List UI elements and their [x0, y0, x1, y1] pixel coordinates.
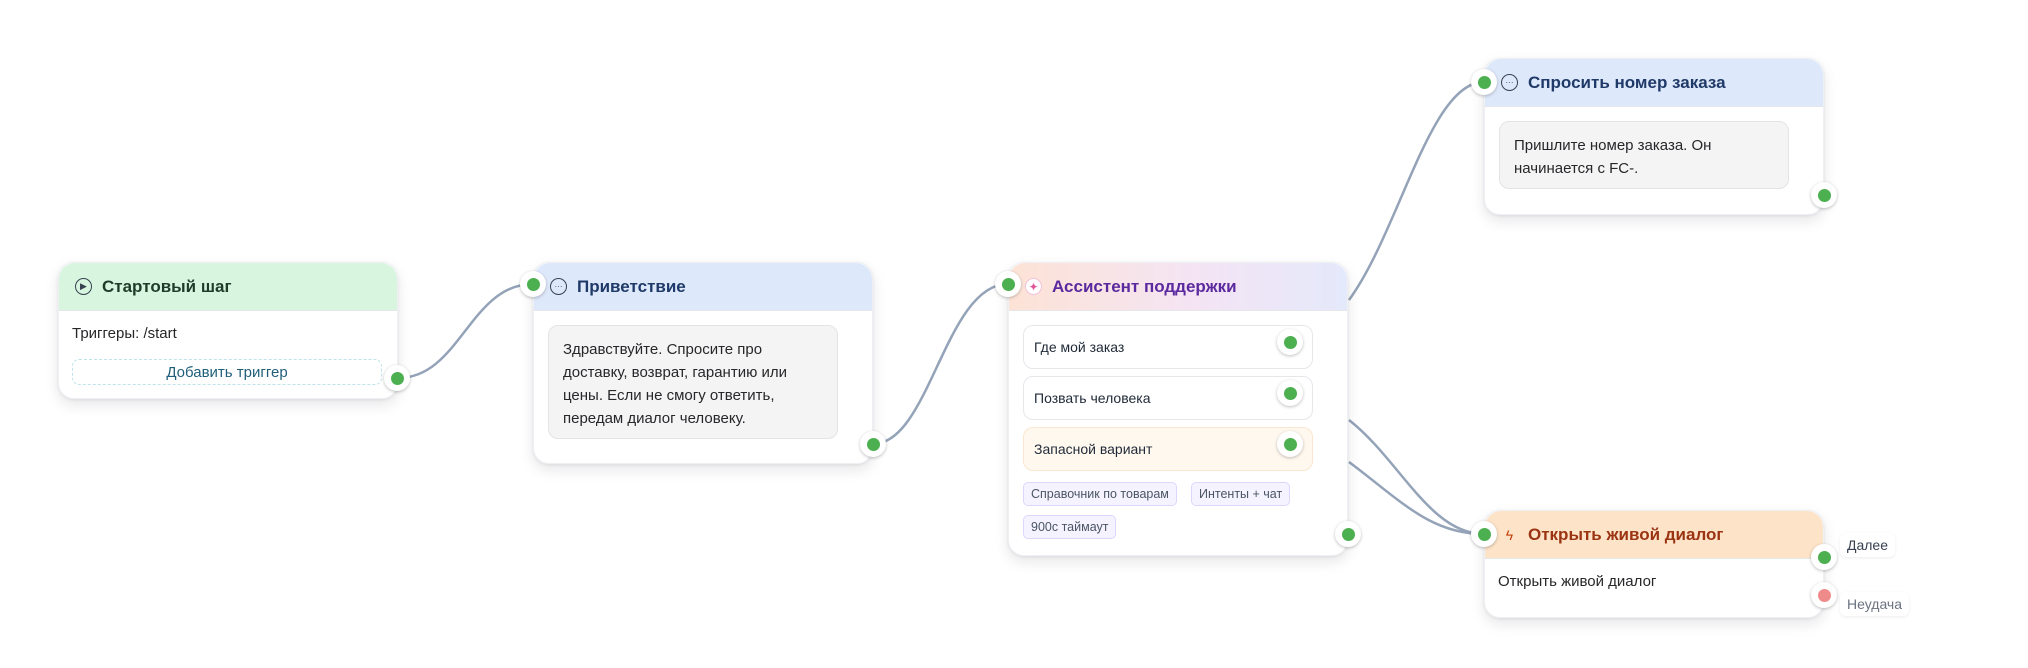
tag-timeout: 900с таймаут — [1023, 515, 1117, 539]
edge-fallback-to-live-chat — [1348, 460, 1485, 536]
greeting-message: Здравствуйте. Спросите про доставку, воз… — [548, 325, 838, 439]
greeting-title: Приветствие — [577, 276, 686, 296]
greeting-output-port[interactable] — [860, 431, 886, 457]
assistant-input-port[interactable] — [995, 271, 1021, 297]
edge-start-to-greeting — [397, 282, 534, 380]
edge-where-order-to-ask-order — [1347, 80, 1485, 301]
triggers-text: Триггеры: /start — [72, 325, 177, 342]
greeting-header: ··· Приветствие — [534, 263, 872, 311]
output-label-next: Далее — [1840, 533, 1896, 557]
start-step-node[interactable]: ▶ Стартовый шаг Триггеры: /start Добавит… — [58, 262, 398, 399]
greeting-node[interactable]: ··· Приветствие Здравствуйте. Спросите п… — [533, 262, 873, 464]
support-assistant-node[interactable]: ✦ Ассистент поддержки Где мой заказ Позв… — [1008, 262, 1348, 556]
intent-call-human-port[interactable] — [1277, 380, 1303, 406]
ask-order-number-node[interactable]: ··· Спросить номер заказа Пришлите номер… — [1484, 58, 1824, 215]
chat-bubble-icon: ··· — [550, 278, 567, 295]
output-label-fail: Неудача — [1840, 592, 1910, 616]
intent-where-order[interactable]: Где мой заказ — [1023, 325, 1313, 369]
sparkle-icon: ✦ — [1025, 278, 1042, 295]
live-chat-header: ϟ Открыть живой диалог — [1485, 511, 1823, 559]
tag-intents-chat: Интенты + чат — [1191, 482, 1291, 506]
ask-order-message: Пришлите номер заказа. Он начинается с F… — [1499, 121, 1789, 189]
support-assistant-title: Ассистент поддержки — [1052, 276, 1237, 296]
start-step-header: ▶ Стартовый шаг — [59, 263, 397, 311]
intent-label: Запасной вариант — [1034, 441, 1153, 457]
edge-greeting-to-assistant — [872, 282, 1009, 446]
greeting-input-port[interactable] — [520, 271, 546, 297]
live-chat-fail-port[interactable] — [1811, 582, 1837, 608]
assistant-output-port[interactable] — [1335, 521, 1361, 547]
ask-order-output-port[interactable] — [1811, 182, 1837, 208]
live-chat-next-port[interactable] — [1811, 544, 1837, 570]
intent-fallback[interactable]: Запасной вариант — [1023, 427, 1313, 471]
live-chat-input-port[interactable] — [1471, 521, 1497, 547]
start-output-port[interactable] — [384, 365, 410, 391]
ask-order-input-port[interactable] — [1471, 69, 1497, 95]
ask-order-header: ··· Спросить номер заказа — [1485, 59, 1823, 107]
support-assistant-header: ✦ Ассистент поддержки — [1009, 263, 1347, 311]
intent-fallback-port[interactable] — [1277, 431, 1303, 457]
bolt-icon: ϟ — [1505, 526, 1514, 543]
live-chat-body-text: Открыть живой диалог — [1498, 573, 1657, 590]
tag-product-catalog: Справочник по товарам — [1023, 482, 1177, 506]
play-circle-icon: ▶ — [75, 278, 92, 295]
add-trigger-button[interactable]: Добавить триггер — [72, 359, 382, 385]
intent-call-human[interactable]: Позвать человека — [1023, 376, 1313, 420]
intent-where-order-port[interactable] — [1277, 329, 1303, 355]
start-step-title: Стартовый шаг — [102, 276, 232, 296]
chat-bubble-icon: ··· — [1501, 74, 1518, 91]
ask-order-title: Спросить номер заказа — [1528, 72, 1726, 92]
live-chat-title: Открыть живой диалог — [1528, 524, 1724, 544]
intent-label: Где мой заказ — [1034, 339, 1125, 355]
intent-label: Позвать человека — [1034, 390, 1151, 406]
open-live-chat-node[interactable]: ϟ Открыть живой диалог Открыть живой диа… — [1484, 510, 1824, 618]
